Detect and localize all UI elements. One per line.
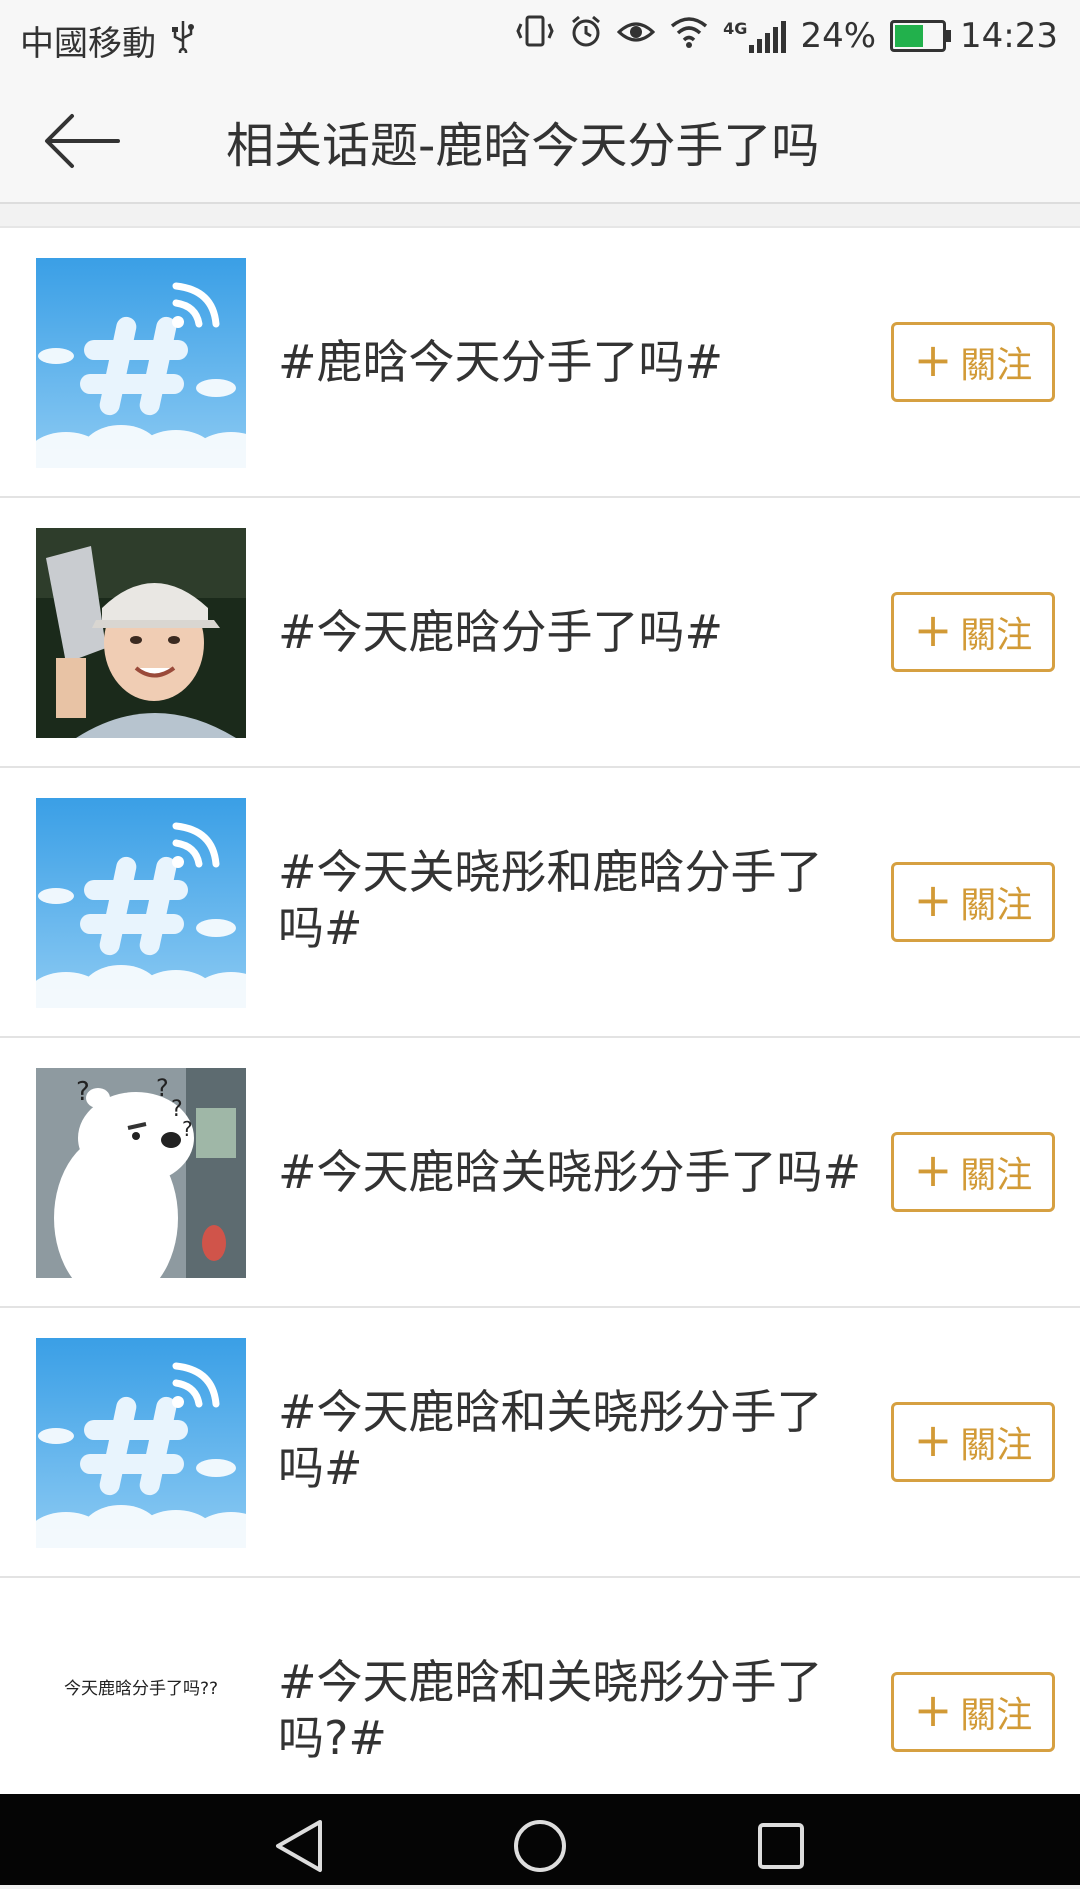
topic-row[interactable]: ? ? ? ? #今天鹿晗关晓彤分手了吗# + 關注 — [0, 1038, 1080, 1308]
bear-thumbnail: ? ? ? ? — [36, 1068, 246, 1278]
plus-icon: + — [913, 1143, 953, 1197]
hashtag-thumbnail — [36, 258, 246, 468]
follow-label: 關注 — [960, 885, 1033, 926]
follow-label: 關注 — [960, 1425, 1033, 1466]
topic-title[interactable]: #今天鹿晗和关晓彤分手了 吗# — [278, 1384, 868, 1496]
svg-text:?: ? — [76, 1077, 90, 1107]
follow-label: 關注 — [960, 615, 1033, 656]
svg-text:?: ? — [156, 1074, 169, 1102]
carrier-label: 中國移動 — [20, 24, 156, 64]
topic-title-line2: 吗# — [278, 1441, 363, 1495]
follow-label: 關注 — [960, 1695, 1033, 1736]
topic-title[interactable]: #今天鹿晗关晓彤分手了吗# — [278, 1144, 898, 1200]
topic-row[interactable]: #今天鹿晗分手了吗# + 關注 — [0, 498, 1080, 768]
hashtag-cloud-icon — [36, 798, 246, 1008]
person-photo-icon — [36, 528, 246, 738]
system-nav-bar — [0, 1794, 1080, 1885]
follow-label: 關注 — [960, 1155, 1033, 1196]
follow-label: 關注 — [960, 345, 1033, 386]
topic-title[interactable]: #今天关晓彤和鹿晗分手了 吗# — [278, 844, 868, 956]
app-header: 相关话题-鹿晗今天分手了吗 — [0, 78, 1080, 204]
thumbnail-text: 今天鹿晗分手了吗?? — [63, 1678, 219, 1699]
battery-icon — [890, 19, 952, 52]
topic-title[interactable]: #鹿晗今天分手了吗# — [278, 334, 868, 390]
follow-button[interactable]: + 關注 — [891, 862, 1055, 942]
page-title: 相关话题-鹿晗今天分手了吗 — [226, 118, 820, 174]
svg-text:?: ? — [182, 1117, 193, 1141]
hashtag-cloud-icon — [36, 1338, 246, 1548]
follow-button[interactable]: + 關注 — [891, 1402, 1055, 1482]
follow-button[interactable]: + 關注 — [891, 592, 1055, 672]
person-thumbnail — [36, 528, 246, 738]
follow-button[interactable]: + 關注 — [891, 1132, 1055, 1212]
eye-icon — [616, 14, 656, 57]
topic-title[interactable]: #今天鹿晗分手了吗# — [278, 604, 868, 660]
topic-title-line1: #鹿晗今天分手了吗# — [278, 335, 724, 389]
status-bar: 中國移動 4G 24% 14:23 — [0, 0, 1080, 78]
topic-row[interactable]: #今天关晓彤和鹿晗分手了 吗# + 關注 — [0, 768, 1080, 1038]
svg-text:?: ? — [171, 1097, 183, 1122]
wifi-icon — [669, 14, 709, 57]
topic-title-line2: 吗# — [278, 901, 363, 955]
alarm-icon — [569, 14, 603, 57]
topic-title-line1: #今天鹿晗关晓彤分手了吗# — [278, 1145, 862, 1199]
follow-button[interactable]: + 關注 — [891, 322, 1055, 402]
square-recents-icon[interactable] — [758, 1823, 804, 1869]
network-type-label: 4G — [723, 18, 748, 38]
topic-title-line1: #今天关晓彤和鹿晗分手了 — [278, 845, 823, 899]
topic-row[interactable]: #今天鹿晗和关晓彤分手了 吗# + 關注 — [0, 1308, 1080, 1578]
signal-icon: 4G — [723, 18, 787, 53]
clock: 14:23 — [960, 15, 1058, 56]
text-thumbnail: 今天鹿晗分手了吗?? — [36, 1578, 246, 1794]
topic-title-line2: 吗?# — [278, 1711, 387, 1765]
plus-icon: + — [913, 1683, 953, 1737]
battery-percent: 24% — [800, 15, 877, 56]
bear-cartoon-icon: ? ? ? ? — [36, 1068, 246, 1278]
topic-title-line1: #今天鹿晗和关晓彤分手了 — [278, 1655, 823, 1709]
usb-icon — [170, 19, 196, 62]
triangle-back-icon[interactable] — [276, 1820, 322, 1872]
topic-row[interactable]: 今天鹿晗分手了吗?? #今天鹿晗和关晓彤分手了 吗?# + 關注 — [0, 1578, 1080, 1794]
plus-icon: + — [913, 1413, 953, 1467]
topic-row[interactable]: #鹿晗今天分手了吗# + 關注 — [0, 228, 1080, 498]
hashtag-cloud-icon — [36, 258, 246, 468]
arrow-left-icon — [45, 114, 120, 168]
hashtag-thumbnail — [36, 1338, 246, 1548]
topic-title-line1: #今天鹿晗分手了吗# — [278, 605, 724, 659]
vibrate-icon — [515, 14, 555, 57]
topic-title[interactable]: #今天鹿晗和关晓彤分手了 吗?# — [278, 1654, 868, 1766]
hashtag-thumbnail — [36, 798, 246, 1008]
plus-icon: + — [913, 333, 953, 387]
circle-home-icon[interactable] — [514, 1820, 566, 1872]
topic-list: #鹿晗今天分手了吗# + 關注 #今天鹿晗分手了吗# + 關注 #今天关晓彤和鹿… — [0, 226, 1080, 1794]
topic-title-line1: #今天鹿晗和关晓彤分手了 — [278, 1385, 823, 1439]
plus-icon: + — [913, 873, 953, 927]
plus-icon: + — [913, 603, 953, 657]
follow-button[interactable]: + 關注 — [891, 1672, 1055, 1752]
back-button[interactable] — [42, 106, 122, 176]
